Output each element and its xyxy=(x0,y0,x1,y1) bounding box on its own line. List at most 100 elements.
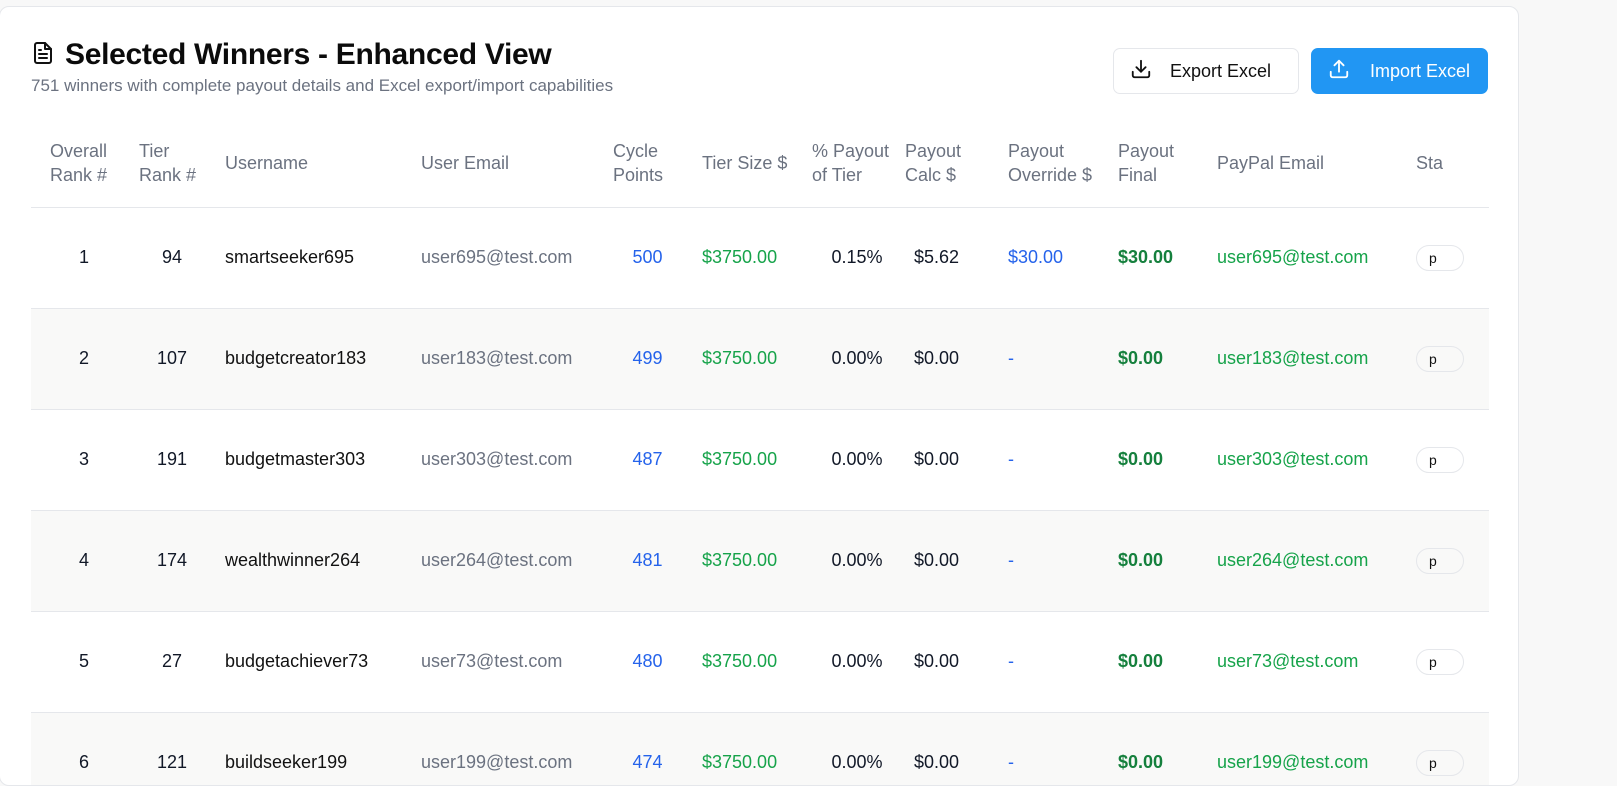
tier-size-cell: $3750.00 xyxy=(692,712,810,785)
table-row[interactable]: 3 191 budgetmaster303 user303@test.com 4… xyxy=(31,409,1489,511)
user-email-cell: user303@test.com xyxy=(403,409,603,511)
pct-payout-cell: 0.00% xyxy=(810,611,904,713)
status-badge: p xyxy=(1416,345,1464,372)
document-icon xyxy=(31,41,55,70)
user-email-cell: user199@test.com xyxy=(403,712,603,785)
col-status[interactable]: Sta xyxy=(1406,119,1489,208)
username-cell: budgetcreator183 xyxy=(207,308,403,410)
import-excel-label: Import Excel xyxy=(1370,60,1471,81)
col-tier-size[interactable]: Tier Size $ xyxy=(692,119,810,208)
col-cycle-points[interactable]: Cycle Points xyxy=(603,119,692,208)
tier-size-cell: $3750.00 xyxy=(692,510,810,612)
tier-size-cell: $3750.00 xyxy=(692,409,810,511)
status-cell: p xyxy=(1406,712,1489,785)
status-cell: p xyxy=(1406,207,1489,309)
status-badge: p xyxy=(1416,244,1464,271)
pct-payout-cell: 0.00% xyxy=(810,510,904,612)
payout-override-cell[interactable]: - xyxy=(998,712,1108,785)
winners-card: Selected Winners - Enhanced View 751 win… xyxy=(0,6,1519,786)
pct-payout-cell: 0.00% xyxy=(810,308,904,410)
payout-override-cell[interactable]: $30.00 xyxy=(998,207,1108,309)
col-user-email[interactable]: User Email xyxy=(403,119,603,208)
user-email-cell: user183@test.com xyxy=(403,308,603,410)
payout-calc-cell: $0.00 xyxy=(904,409,998,511)
overall-rank-cell: 2 xyxy=(31,308,137,410)
col-overall-rank[interactable]: Overall Rank # xyxy=(31,119,137,208)
status-cell: p xyxy=(1406,611,1489,713)
winners-table-scroll[interactable]: Overall Rank # Tier Rank # Username User… xyxy=(31,119,1489,785)
tier-rank-cell: 27 xyxy=(137,611,207,713)
page-title: Selected Winners - Enhanced View xyxy=(65,38,552,71)
table-row[interactable]: 1 94 smartseeker695 user695@test.com 500… xyxy=(31,207,1489,309)
card-header: Selected Winners - Enhanced View 751 win… xyxy=(31,37,1488,107)
col-username[interactable]: Username xyxy=(207,119,403,208)
col-pct-payout[interactable]: % Payout of Tier xyxy=(810,119,904,208)
payout-final-cell: $0.00 xyxy=(1108,308,1207,410)
username-cell: budgetmaster303 xyxy=(207,409,403,511)
tier-size-cell: $3750.00 xyxy=(692,611,810,713)
username-cell: wealthwinner264 xyxy=(207,510,403,612)
table-row[interactable]: 2 107 budgetcreator183 user183@test.com … xyxy=(31,308,1489,410)
col-payout-override[interactable]: Payout Override $ xyxy=(998,119,1108,208)
status-cell: p xyxy=(1406,308,1489,410)
paypal-email-cell: user199@test.com xyxy=(1207,712,1406,785)
payout-final-cell: $30.00 xyxy=(1108,207,1207,309)
payout-calc-cell: $0.00 xyxy=(904,611,998,713)
payout-override-cell[interactable]: - xyxy=(998,510,1108,612)
upload-icon xyxy=(1328,58,1350,85)
export-excel-label: Export Excel xyxy=(1170,60,1272,81)
pct-payout-cell: 0.00% xyxy=(810,409,904,511)
tier-rank-cell: 191 xyxy=(137,409,207,511)
payout-calc-cell: $0.00 xyxy=(904,510,998,612)
payout-final-cell: $0.00 xyxy=(1108,712,1207,785)
col-payout-calc[interactable]: Payout Calc $ xyxy=(904,119,998,208)
col-tier-rank[interactable]: Tier Rank # xyxy=(137,119,207,208)
cycle-points-cell: 487 xyxy=(603,409,692,511)
status-cell: p xyxy=(1406,409,1489,511)
table-body: 1 94 smartseeker695 user695@test.com 500… xyxy=(31,207,1489,785)
paypal-email-cell: user695@test.com xyxy=(1207,207,1406,309)
winners-table: Overall Rank # Tier Rank # Username User… xyxy=(31,119,1489,785)
username-cell: smartseeker695 xyxy=(207,207,403,309)
table-row[interactable]: 4 174 wealthwinner264 user264@test.com 4… xyxy=(31,510,1489,612)
overall-rank-cell: 5 xyxy=(31,611,137,713)
payout-override-cell[interactable]: - xyxy=(998,308,1108,410)
overall-rank-cell: 4 xyxy=(31,510,137,612)
payout-override-cell[interactable]: - xyxy=(998,409,1108,511)
paypal-email-cell: user264@test.com xyxy=(1207,510,1406,612)
username-cell: buildseeker199 xyxy=(207,712,403,785)
payout-final-cell: $0.00 xyxy=(1108,611,1207,713)
col-paypal-email[interactable]: PayPal Email xyxy=(1207,119,1406,208)
overall-rank-cell: 3 xyxy=(31,409,137,511)
user-email-cell: user264@test.com xyxy=(403,510,603,612)
export-excel-button[interactable]: Export Excel xyxy=(1113,48,1299,94)
paypal-email-cell: user183@test.com xyxy=(1207,308,1406,410)
table-header-row: Overall Rank # Tier Rank # Username User… xyxy=(31,119,1489,208)
pct-payout-cell: 0.15% xyxy=(810,207,904,309)
tier-size-cell: $3750.00 xyxy=(692,308,810,410)
tier-size-cell: $3750.00 xyxy=(692,207,810,309)
tier-rank-cell: 174 xyxy=(137,510,207,612)
tier-rank-cell: 94 xyxy=(137,207,207,309)
status-badge: p xyxy=(1416,446,1464,473)
pct-payout-cell: 0.00% xyxy=(810,712,904,785)
table-row[interactable]: 5 27 budgetachiever73 user73@test.com 48… xyxy=(31,611,1489,713)
payout-calc-cell: $5.62 xyxy=(904,207,998,309)
payout-override-cell[interactable]: - xyxy=(998,611,1108,713)
cycle-points-cell: 480 xyxy=(603,611,692,713)
header-actions: Export Excel Import Excel xyxy=(1113,48,1488,94)
payout-final-cell: $0.00 xyxy=(1108,510,1207,612)
payout-calc-cell: $0.00 xyxy=(904,308,998,410)
status-cell: p xyxy=(1406,510,1489,612)
tier-rank-cell: 107 xyxy=(137,308,207,410)
col-payout-final[interactable]: Payout Final xyxy=(1108,119,1207,208)
status-badge: p xyxy=(1416,648,1464,675)
payout-calc-cell: $0.00 xyxy=(904,712,998,785)
overall-rank-cell: 1 xyxy=(31,207,137,309)
user-email-cell: user73@test.com xyxy=(403,611,603,713)
import-excel-button[interactable]: Import Excel xyxy=(1311,48,1488,94)
cycle-points-cell: 481 xyxy=(603,510,692,612)
paypal-email-cell: user303@test.com xyxy=(1207,409,1406,511)
table-row[interactable]: 6 121 buildseeker199 user199@test.com 47… xyxy=(31,712,1489,785)
status-badge: p xyxy=(1416,547,1464,574)
